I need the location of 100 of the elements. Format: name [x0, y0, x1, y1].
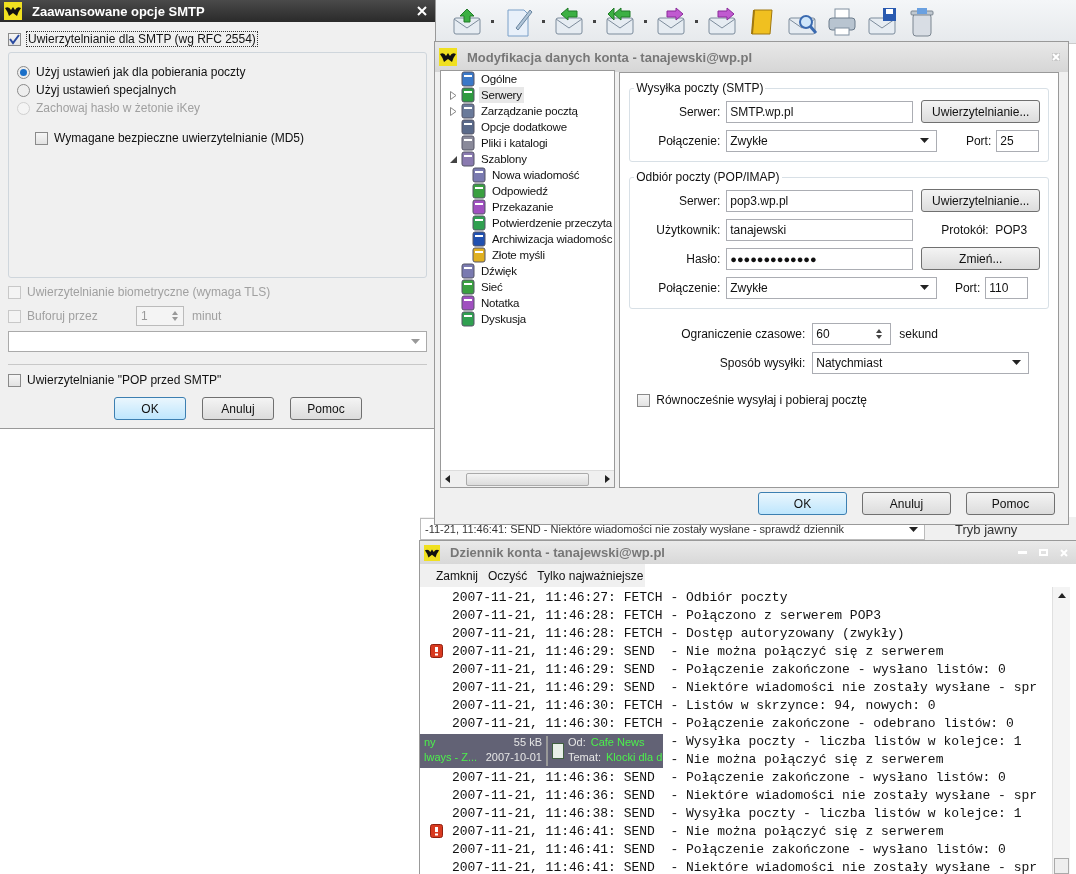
tree-item[interactable]: Archiwizacja wiadomośc — [490, 231, 615, 247]
envelope-disk-icon[interactable] — [866, 5, 898, 38]
log-timestamp: 2007-11-21, 11:46:29: SEND — [452, 661, 655, 677]
date-label: 2007-10-01 — [485, 751, 542, 765]
mail-notification[interactable]: ny 55 kB lways - Z... 2007-10-01 Od: Cafe News Temat: Klocki dla d — [420, 734, 663, 768]
subject-label: Temat: — [568, 751, 601, 765]
page-icon — [471, 199, 487, 215]
subject-value: Klocki dla d — [606, 751, 663, 765]
envelope-left-arrow-icon[interactable] — [553, 5, 585, 38]
scroll-thumb[interactable] — [1054, 858, 1069, 874]
printer-icon[interactable] — [826, 5, 858, 38]
server-field[interactable]: pop3.wp.pl — [726, 189, 914, 212]
tree-item[interactable]: Dyskusja — [479, 311, 529, 327]
caret-icon — [1012, 360, 1022, 365]
page-icon — [471, 215, 487, 231]
pop-before-smtp-checkbox[interactable]: Uwierzytelnianie "POP przed SMTP" — [8, 371, 427, 389]
port-field[interactable]: 25 — [996, 129, 1040, 152]
expand-arrow-icon[interactable] — [450, 90, 457, 100]
dialog-button[interactable]: Pomoc — [966, 492, 1055, 515]
log-message: - Niektóre wiadomości nie zostały wysłane - spr — [670, 679, 1038, 695]
caret-icon — [909, 526, 918, 532]
spin-arrows-icon — [875, 327, 884, 340]
page-icon — [460, 263, 476, 279]
log-timestamp: 2007-11-21, 11:46:41: SEND — [452, 859, 655, 874]
scroll-thumb[interactable] — [466, 472, 590, 486]
timeout-spinner[interactable]: 60 — [812, 322, 892, 345]
menu-item[interactable]: Tylko najważniejsze — [537, 568, 644, 583]
tree-item[interactable]: Sieć — [479, 279, 505, 295]
tree-item[interactable]: Złote myśli — [490, 247, 547, 263]
log-message: - Niektóre wiadomości nie zostały wysłane - spr — [670, 859, 1038, 874]
page-icon — [471, 231, 487, 247]
tree-item[interactable]: Opcje dodatkowe — [479, 119, 569, 135]
close-icon[interactable] — [417, 6, 427, 16]
unit-label: minut — [192, 309, 222, 323]
dialog-button[interactable]: Anuluj — [862, 492, 951, 515]
log-timestamp: 2007-11-21, 11:46:41: SEND — [452, 823, 655, 839]
envelope-right-arrow-icon[interactable] — [706, 5, 738, 38]
document-icon — [552, 743, 564, 759]
log-message: - Nie można połączyć się z serwerem — [670, 823, 944, 839]
radio-option[interactable]: Użyj ustawień specjalnych — [17, 81, 418, 99]
menu-item[interactable]: Zamknij — [436, 568, 478, 583]
dialog-button[interactable]: Anuluj — [202, 397, 274, 420]
left-arrow-icon[interactable] — [445, 475, 450, 483]
mode-label: Tryb jawny — [955, 521, 1018, 537]
page-icon — [471, 247, 487, 263]
log-message: - Listów w skrzynce: 94, nowych: 0 — [670, 697, 936, 713]
log-timestamp: 2007-11-21, 11:46:30: FETCH — [452, 697, 663, 713]
collapse-arrow-icon[interactable] — [450, 155, 457, 163]
caret-icon — [411, 339, 420, 344]
tree-item[interactable]: Zarządzanie pocztą — [479, 103, 580, 119]
simultaneous-checkbox[interactable]: Równocześnie wysyłaj i pobieraj pocztę — [637, 391, 1050, 409]
tree-item[interactable]: Serwery — [479, 87, 524, 103]
caret-icon — [920, 285, 930, 290]
size-label: 55 kB — [513, 736, 542, 750]
page-icon — [471, 183, 487, 199]
dropdown-field[interactable] — [8, 331, 427, 352]
send-mode-dropdown[interactable]: Natychmiast — [812, 351, 1030, 374]
alert-icon — [429, 644, 443, 658]
envelope-double-arrow-icon[interactable] — [604, 5, 636, 38]
horizontal-scrollbar[interactable] — [441, 470, 615, 487]
server-field[interactable]: SMTP.wp.pl — [726, 100, 914, 123]
page-icon — [460, 103, 476, 119]
page-icon — [471, 167, 487, 183]
from-label: Od: — [568, 736, 586, 750]
bat-icon — [4, 2, 22, 20]
tree-item[interactable]: Szablony — [479, 151, 529, 167]
connection-dropdown[interactable]: Zwykłe — [726, 129, 938, 152]
tree-item[interactable]: Dźwięk — [479, 263, 519, 279]
tree-item[interactable]: Przekazanie — [490, 199, 556, 215]
right-arrow-icon[interactable] — [605, 475, 611, 483]
authentication-button[interactable]: Uwierzytelnianie... — [921, 100, 1041, 123]
password-field[interactable]: ●●●●●●●●●●●●● — [726, 247, 914, 270]
tree-item[interactable]: Ogólne — [479, 71, 519, 87]
menu-item[interactable]: Oczyść — [488, 568, 528, 583]
change-button[interactable]: Zmień... — [921, 247, 1041, 270]
authentication-button[interactable]: Uwierzytelnianie... — [921, 189, 1041, 212]
envelope-right-arrow-icon[interactable] — [655, 5, 687, 38]
field-label: Użytkownik: — [655, 222, 721, 237]
tree-item[interactable]: Nowa wiadomość — [490, 167, 582, 183]
log-message: - Nie można połączyć się z serwerem — [670, 643, 944, 659]
tree-item[interactable]: Odpowiedź — [490, 183, 550, 199]
tree-item[interactable]: Pliki i katalogi — [479, 135, 550, 151]
dialog-button[interactable]: Pomoc — [290, 397, 362, 420]
vertical-scrollbar[interactable] — [1052, 587, 1070, 874]
log-timestamp: 2007-11-21, 11:46:29: SEND — [452, 643, 655, 659]
user-field[interactable]: tanajewski — [726, 218, 914, 241]
port-field[interactable]: 110 — [985, 276, 1029, 299]
field-label: Hasło: — [685, 251, 721, 266]
connection-dropdown[interactable]: Zwykłe — [726, 276, 938, 299]
bat-icon — [439, 48, 457, 66]
md5-checkbox[interactable]: Wymagane bezpieczne uwierzytelnianie (MD5) — [35, 129, 418, 147]
expand-arrow-icon[interactable] — [450, 106, 457, 116]
up-arrow-icon[interactable] — [1057, 593, 1066, 598]
tree-item[interactable]: Potwierdzenie przeczyta — [490, 215, 615, 231]
radio-option[interactable]: Użyj ustawień jak dla pobierania poczty — [17, 63, 418, 81]
smtp-auth-checkbox[interactable]: Uwierzytelnianie dla SMTP (wg RFC 2554) — [8, 30, 427, 48]
dialog-button[interactable]: OK — [758, 492, 847, 515]
dialog-button[interactable]: OK — [114, 397, 186, 420]
tree-item[interactable]: Notatka — [479, 295, 522, 311]
window-title: Zaawansowane opcje SMTP — [32, 3, 206, 19]
